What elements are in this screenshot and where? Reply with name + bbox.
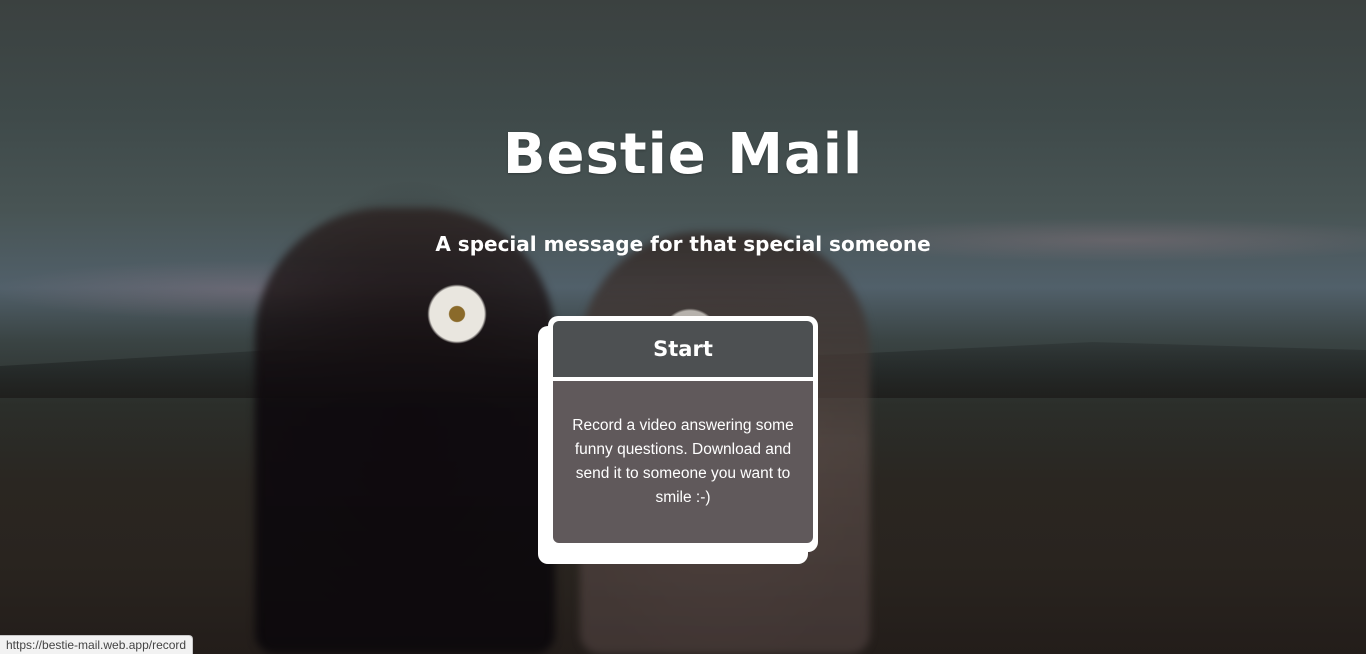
- card-description: Record a video answering some funny ques…: [572, 417, 794, 506]
- daisy-flower-icon: [427, 284, 487, 344]
- card-body: Record a video answering some funny ques…: [553, 381, 813, 543]
- start-button-label: Start: [653, 337, 713, 361]
- browser-status-bar: https://bestie-mail.web.app/record: [0, 635, 194, 654]
- status-url: https://bestie-mail.web.app/record: [6, 638, 187, 652]
- start-button[interactable]: Start: [553, 321, 813, 377]
- background-person-left: [255, 208, 555, 654]
- start-card[interactable]: Start Record a video answering some funn…: [548, 316, 818, 552]
- page-subtitle: A special message for that special someo…: [435, 232, 931, 256]
- page-title: Bestie Mail: [502, 122, 864, 187]
